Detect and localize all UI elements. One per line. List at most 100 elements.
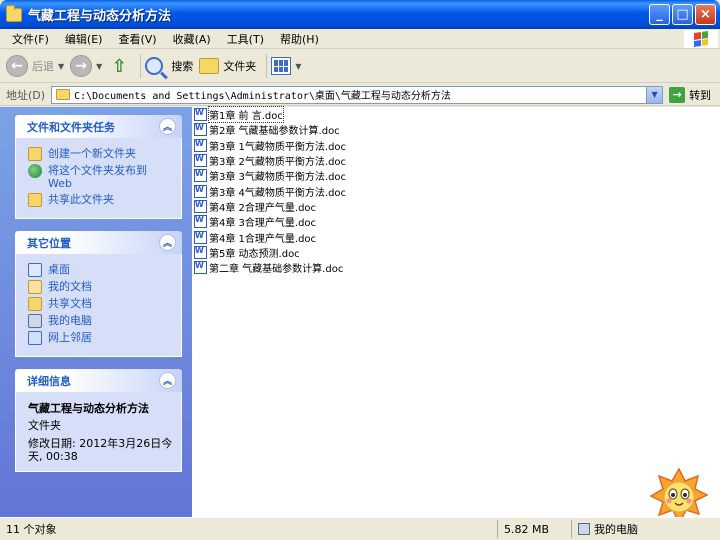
- collapse-icon[interactable]: ︽: [159, 372, 176, 389]
- chevron-down-icon: ▼: [96, 61, 103, 71]
- forward-arrow-icon: →: [70, 55, 93, 77]
- file-item[interactable]: 第3章 4气藏物质平衡方法.doc: [194, 183, 720, 199]
- close-button[interactable]: ×: [695, 4, 716, 25]
- word-doc-icon: [194, 154, 207, 168]
- toolbar: ← 后退 ▼ → ▼ ⇧ 搜索 文件夹 ▼: [0, 50, 720, 83]
- file-item[interactable]: 第3章 2气藏物质平衡方法.doc: [194, 153, 720, 168]
- place-shared-documents[interactable]: 共享文档: [28, 297, 173, 311]
- word-doc-icon: [194, 108, 207, 122]
- word-doc-icon: [194, 261, 207, 275]
- menu-favorites[interactable]: 收藏(A): [165, 31, 219, 47]
- back-arrow-icon: ←: [6, 55, 28, 77]
- address-bar: 地址(D) C:\Documents and Settings\Administ…: [0, 84, 720, 106]
- word-doc-icon: [194, 138, 207, 152]
- details-header[interactable]: 详细信息 ︽: [15, 369, 182, 392]
- network-icon: [28, 331, 42, 345]
- maximize-button[interactable]: □: [672, 4, 693, 25]
- menu-help[interactable]: 帮助(H): [272, 31, 327, 47]
- file-name: 第3章 1气藏物质平衡方法.doc: [209, 141, 347, 153]
- word-doc-icon: [194, 199, 207, 213]
- menu-bar: 文件(F) 编辑(E) 查看(V) 收藏(A) 工具(T) 帮助(H): [0, 29, 720, 49]
- file-name: 第5章 动态预测.doc: [209, 248, 300, 260]
- computer-icon: [578, 523, 590, 535]
- collapse-icon[interactable]: ︽: [159, 234, 176, 251]
- menu-edit[interactable]: 编辑(E): [57, 31, 111, 47]
- file-item[interactable]: 第4章 2合理产气量.doc: [194, 199, 720, 214]
- place-my-computer-label: 我的电脑: [48, 314, 92, 327]
- task-publish-web[interactable]: 将这个文件夹发布到 Web: [28, 164, 173, 190]
- views-button[interactable]: ▼: [271, 57, 301, 75]
- details-box: 详细信息 ︽ 气藏工程与动态分析方法 文件夹 修改日期: 2012年3月26日今…: [15, 369, 182, 472]
- file-name: 第3章 4气藏物质平衡方法.doc: [209, 187, 347, 199]
- go-button[interactable]: → 转到: [669, 86, 712, 103]
- task-new-folder[interactable]: 创建一个新文件夹: [28, 147, 173, 161]
- toolbar-separator: [266, 54, 268, 78]
- file-name: 第4章 3合理产气量.doc: [209, 218, 317, 230]
- file-item[interactable]: 第5章 动态预测.doc: [194, 245, 720, 260]
- details-name: 气藏工程与动态分析方法: [28, 402, 149, 415]
- go-label: 转到: [689, 88, 712, 102]
- task-share-folder[interactable]: 共享此文件夹: [28, 193, 173, 207]
- folder-icon: [56, 89, 71, 100]
- place-shared-documents-label: 共享文档: [48, 297, 92, 310]
- file-name: 第二章 气藏基础参数计算.doc: [209, 264, 344, 276]
- tasks-header[interactable]: 文件和文件夹任务 ︽: [15, 115, 182, 138]
- chevron-down-icon[interactable]: ▼: [646, 86, 663, 103]
- file-item[interactable]: 第3章 1气藏物质平衡方法.doc: [194, 138, 720, 153]
- address-path: C:\Documents and Settings\Administrator\…: [74, 91, 451, 102]
- share-folder-icon: [28, 193, 42, 207]
- folders-button[interactable]: 文件夹: [199, 58, 256, 74]
- address-field[interactable]: C:\Documents and Settings\Administrator\…: [51, 85, 664, 104]
- menu-tools[interactable]: 工具(T): [219, 31, 272, 47]
- new-folder-icon: [28, 147, 42, 161]
- forward-button[interactable]: → ▼: [70, 55, 102, 77]
- file-item[interactable]: 第2章 气藏基础参数计算.doc: [194, 122, 720, 137]
- file-item[interactable]: 第1章 前 言.doc: [194, 106, 720, 124]
- up-button[interactable]: ⇧: [108, 55, 130, 77]
- place-desktop-label: 桌面: [48, 263, 70, 276]
- title-bar[interactable]: 气藏工程与动态分析方法 _ □ ×: [0, 0, 720, 29]
- details-type: 文件夹: [28, 419, 61, 432]
- back-button[interactable]: ← 后退 ▼: [6, 55, 64, 77]
- back-label: 后退: [32, 60, 54, 73]
- file-item[interactable]: 第3章 3气藏物质平衡方法.doc: [194, 168, 720, 183]
- search-button[interactable]: 搜索: [145, 57, 193, 75]
- search-icon: [145, 57, 164, 75]
- place-desktop[interactable]: 桌面: [28, 263, 173, 277]
- desktop-icon: [28, 263, 42, 277]
- file-name: 第3章 2气藏物质平衡方法.doc: [209, 157, 347, 169]
- search-label: 搜索: [171, 60, 194, 73]
- word-doc-icon: [194, 169, 207, 183]
- task-publish-web-label: 将这个文件夹发布到 Web: [48, 164, 147, 190]
- place-my-computer[interactable]: 我的电脑: [28, 314, 173, 328]
- menu-view[interactable]: 查看(V): [110, 31, 164, 47]
- folder-icon: [6, 4, 22, 22]
- file-name: 第4章 1合理产气量.doc: [209, 233, 317, 245]
- file-item[interactable]: 第二章 气藏基础参数计算.doc: [194, 260, 720, 275]
- toolbar-separator: [140, 54, 142, 78]
- word-doc-icon: [194, 215, 207, 229]
- status-count: 11 个对象: [0, 520, 498, 538]
- file-item[interactable]: 第4章 3合理产气量.doc: [194, 214, 720, 229]
- status-zone: 我的电脑: [572, 520, 652, 538]
- go-arrow-icon: →: [669, 86, 686, 103]
- status-zone-label: 我的电脑: [594, 523, 638, 536]
- status-bar: 11 个对象 5.82 MB 我的电脑: [0, 517, 720, 540]
- menu-file[interactable]: 文件(F): [4, 31, 57, 47]
- place-my-documents-label: 我的文档: [48, 280, 92, 293]
- file-item[interactable]: 第4章 1合理产气量.doc: [194, 229, 720, 245]
- file-list[interactable]: 第1章 前 言.doc 第2章 气藏基础参数计算.doc 第3章 1气藏物质平衡…: [192, 106, 720, 517]
- computer-icon: [28, 314, 42, 328]
- details-modified: 修改日期: 2012年3月26日今天, 00:38: [28, 437, 173, 463]
- places-header[interactable]: 其它位置 ︽: [15, 231, 182, 254]
- status-size: 5.82 MB: [498, 520, 572, 538]
- window-title: 气藏工程与动态分析方法: [28, 9, 172, 24]
- collapse-icon[interactable]: ︽: [159, 118, 176, 135]
- word-doc-icon: [194, 184, 207, 198]
- place-my-documents[interactable]: 我的文档: [28, 280, 173, 294]
- folder-icon: [199, 58, 220, 74]
- chevron-down-icon: ▼: [295, 61, 302, 71]
- place-network[interactable]: 网上邻居: [28, 331, 173, 345]
- minimize-button[interactable]: _: [649, 4, 670, 25]
- tasks-title: 文件和文件夹任务: [27, 120, 115, 134]
